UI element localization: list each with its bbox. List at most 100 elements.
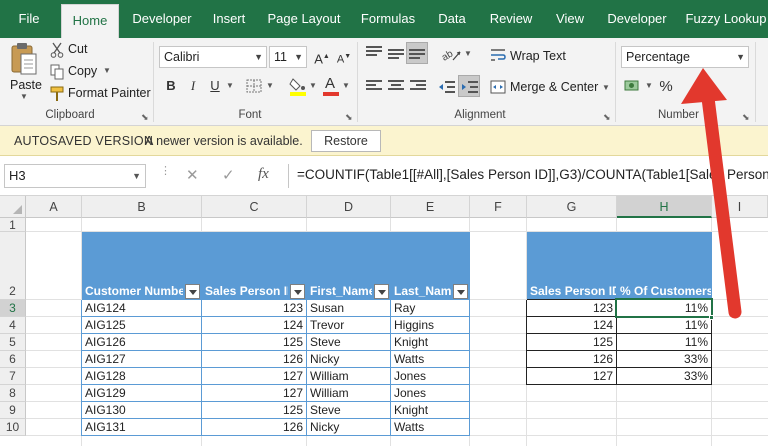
table1-cell[interactable]: 125 [205, 402, 303, 419]
font-color-dropdown-icon[interactable]: ▼ [342, 81, 350, 90]
increase-indent-button[interactable] [458, 75, 480, 97]
cut-button[interactable]: Cut [48, 40, 108, 60]
row-header-7[interactable]: 7 [0, 368, 26, 385]
table1-cell[interactable]: AIG125 [85, 317, 198, 334]
fill-handle[interactable] [709, 315, 714, 320]
font-launcher-icon[interactable]: ⬊ [345, 112, 353, 123]
number-format-dropdown[interactable]: Percentage ▼ [621, 46, 749, 68]
accounting-format-icon[interactable] [624, 78, 644, 94]
fill-color-dropdown-icon[interactable]: ▼ [309, 81, 317, 90]
tab-fuzzy-lookup[interactable]: Fuzzy Lookup [684, 0, 768, 38]
filter-dropdown-icon[interactable] [453, 284, 468, 299]
middle-align-icon[interactable] [388, 49, 404, 63]
table1-cell[interactable]: Susan [310, 300, 387, 317]
align-center-icon[interactable] [388, 80, 404, 94]
formula-input[interactable]: =COUNTIF(Table1[[#All],[Sales Person ID]… [288, 164, 768, 188]
column-header-g[interactable]: G [527, 196, 617, 218]
table1-cell[interactable]: Jones [394, 368, 466, 385]
row-header-6[interactable]: 6 [0, 351, 26, 368]
tab-insert[interactable]: Insert [206, 0, 252, 38]
formula-bar-handle-icon[interactable]: ⋮ [160, 164, 171, 177]
table1-cell[interactable]: Nicky [310, 419, 387, 436]
table1-cell[interactable]: Trevor [310, 317, 387, 334]
table1-cell[interactable]: William [310, 385, 387, 402]
paste-button[interactable]: Paste ▼ [6, 40, 42, 102]
column-header-h[interactable]: H [617, 196, 712, 218]
table1-cell[interactable]: Higgins [394, 317, 466, 334]
column-header-d[interactable]: D [307, 196, 391, 218]
borders-dropdown-icon[interactable]: ▼ [266, 81, 274, 90]
font-family-dropdown[interactable]: Calibri ▼ [159, 46, 267, 68]
wrap-text-button[interactable]: Wrap Text [488, 46, 578, 66]
italic-button[interactable]: I [182, 76, 204, 96]
filter-dropdown-icon[interactable] [290, 284, 305, 299]
tab-data[interactable]: Data [432, 0, 472, 38]
tab-view[interactable]: View [550, 0, 590, 38]
row-header-9[interactable]: 9 [0, 402, 26, 419]
alignment-launcher-icon[interactable]: ⬊ [603, 112, 611, 123]
summary-cell[interactable]: 11% [620, 334, 708, 351]
table1-cell[interactable]: AIG124 [85, 300, 198, 317]
table1-cell[interactable]: William [310, 368, 387, 385]
copy-dropdown-icon[interactable]: ▼ [103, 66, 111, 75]
column-header-i[interactable]: I [712, 196, 768, 218]
clipboard-launcher-icon[interactable]: ⬊ [141, 112, 149, 123]
table1-header-cell[interactable]: First_Name [310, 283, 372, 299]
tab-file[interactable]: File [6, 0, 52, 38]
tab-developer-2[interactable]: Developer [602, 0, 672, 38]
worksheet-grid[interactable]: A B C D E F G H I 1 2 3 4 5 6 7 8 9 10 Customer Number Sales… [0, 196, 768, 446]
table1-cell[interactable]: AIG130 [85, 402, 198, 419]
name-box[interactable]: H3 ▼ [4, 164, 146, 188]
table1-cell[interactable]: AIG126 [85, 334, 198, 351]
table1-cell[interactable]: Nicky [310, 351, 387, 368]
table1-cell[interactable]: 126 [205, 419, 303, 436]
underline-dropdown-icon[interactable]: ▼ [226, 81, 234, 90]
table1-cell[interactable]: AIG127 [85, 351, 198, 368]
table1-cell[interactable]: AIG128 [85, 368, 198, 385]
orientation-icon[interactable]: ab [440, 46, 462, 62]
row-header-2[interactable]: 2 [0, 232, 26, 300]
align-left-icon[interactable] [366, 80, 382, 94]
table1-cell[interactable]: AIG131 [85, 419, 198, 436]
merge-center-button[interactable]: Merge & Center ▼ [488, 78, 614, 98]
underline-button[interactable]: U [204, 76, 226, 96]
copy-button[interactable]: Copy ▼ [48, 62, 118, 82]
column-header-b[interactable]: B [82, 196, 202, 218]
filter-dropdown-icon[interactable] [185, 284, 200, 299]
tab-page-layout[interactable]: Page Layout [262, 0, 346, 38]
summary-cell[interactable]: 11% [620, 317, 708, 334]
table1-cell[interactable]: Jones [394, 385, 466, 402]
format-painter-button[interactable]: Format Painter [48, 84, 151, 104]
table1-cell[interactable]: AIG129 [85, 385, 198, 402]
column-header-c[interactable]: C [202, 196, 307, 218]
row-header-5[interactable]: 5 [0, 334, 26, 351]
font-size-dropdown[interactable]: 11 ▼ [269, 46, 307, 68]
shrink-font-button[interactable]: A▼ [333, 47, 355, 67]
table1-cell[interactable]: Steve [310, 334, 387, 351]
number-launcher-icon[interactable]: ⬊ [742, 112, 750, 123]
merge-center-dropdown-icon[interactable]: ▼ [602, 83, 610, 92]
filter-dropdown-icon[interactable] [374, 284, 389, 299]
table1-header-cell[interactable]: Last_Name [394, 283, 451, 299]
tab-home[interactable]: Home [61, 4, 119, 38]
column-header-a[interactable]: A [26, 196, 82, 218]
summary-cell[interactable]: 126 [530, 351, 613, 368]
summary-cell[interactable]: 33% [620, 351, 708, 368]
decrease-indent-icon[interactable] [438, 80, 456, 94]
summary-cell[interactable]: 33% [620, 368, 708, 385]
table1-cell[interactable]: 123 [205, 300, 303, 317]
summary-cell[interactable]: 125 [530, 334, 613, 351]
row-header-3[interactable]: 3 [0, 300, 26, 317]
table1-cell[interactable]: Knight [394, 334, 466, 351]
tab-developer[interactable]: Developer [127, 0, 197, 38]
fill-color-icon[interactable] [289, 76, 307, 96]
summary-header-cell[interactable]: Sales Person ID [530, 283, 616, 299]
summary-cell[interactable]: 127 [530, 368, 613, 385]
bold-button[interactable]: B [160, 76, 182, 96]
restore-button[interactable]: Restore [311, 130, 381, 152]
summary-cell[interactable]: 123 [530, 300, 613, 317]
table1-cell[interactable]: 127 [205, 368, 303, 385]
table1-cell[interactable]: Ray [394, 300, 466, 317]
table1-cell[interactable]: 127 [205, 385, 303, 402]
font-color-button[interactable]: A [322, 75, 340, 97]
